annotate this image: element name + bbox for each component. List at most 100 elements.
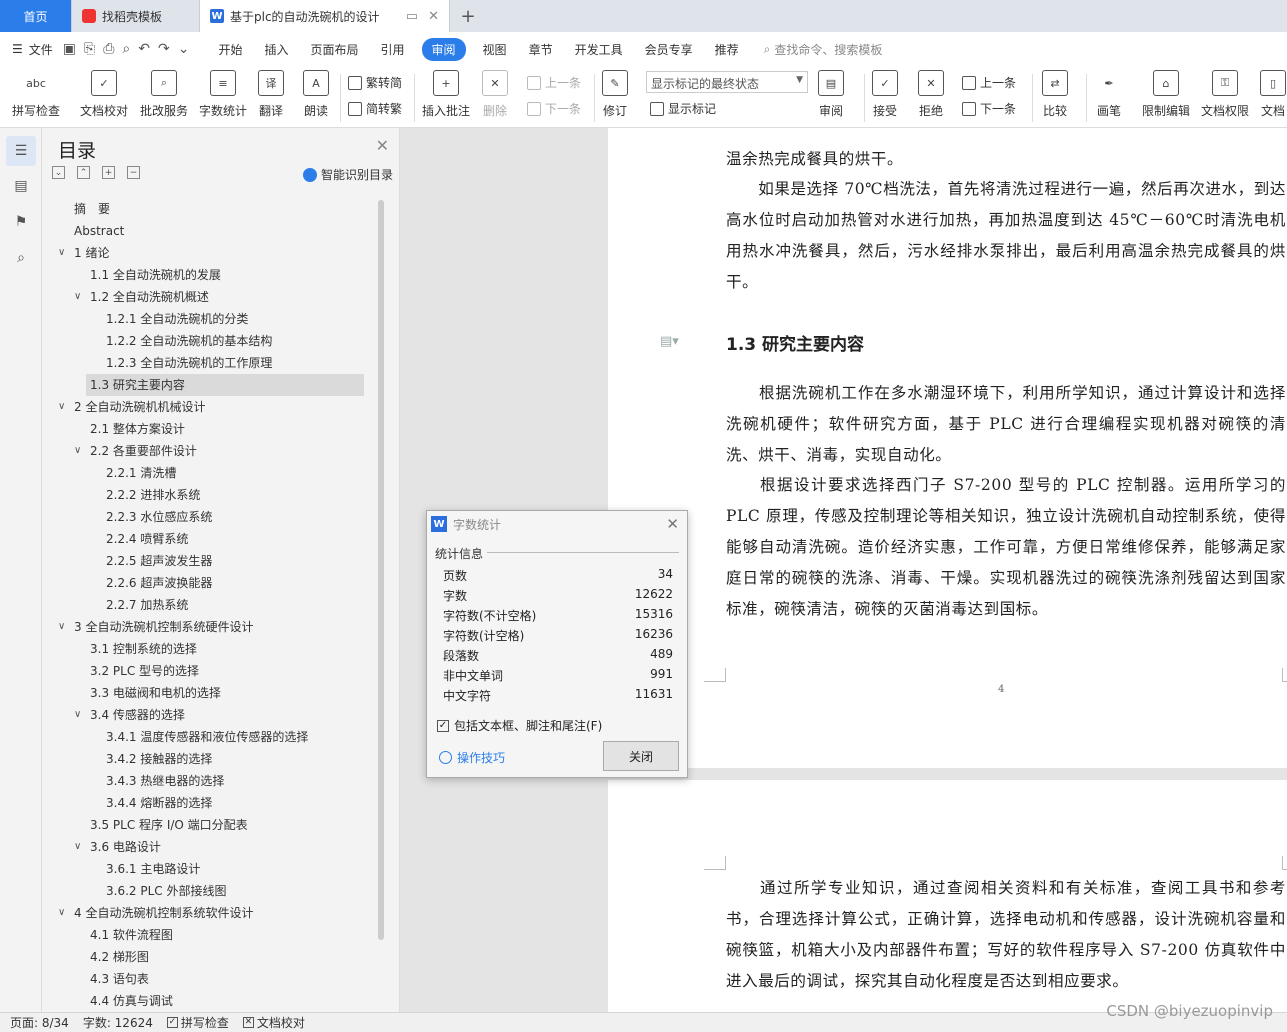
trad-to-simp-button[interactable]: 繁转简 — [348, 74, 402, 91]
toc-item[interactable]: 摘 要 — [74, 198, 384, 220]
spell-check-button[interactable]: abc 拼写检查 — [12, 70, 60, 119]
doc-more-button[interactable]: ▯ 文档 — [1260, 70, 1286, 119]
toc-scrollbar[interactable] — [378, 200, 384, 940]
remove-level-icon[interactable]: − — [127, 166, 140, 179]
expand-up-icon[interactable]: ⌃ — [77, 166, 90, 179]
command-search[interactable]: ⌕ 查找命令、搜索模板 — [764, 41, 883, 58]
toc-item[interactable]: 3.4.2 接触器的选择 — [106, 748, 416, 770]
toc-item[interactable]: ∨ 3.4 传感器的选择 — [74, 704, 400, 726]
delete-comment-button[interactable]: ✕ 删除 — [482, 70, 508, 119]
toc-item[interactable]: 2.2.1 清洗槽 — [106, 462, 416, 484]
chevron-down-icon[interactable]: ∨ — [58, 242, 65, 264]
menu-start[interactable]: 开始 — [218, 41, 242, 58]
toc-item[interactable]: 3.1 控制系统的选择 — [90, 638, 400, 660]
toc-item[interactable]: 4.1 软件流程图 — [90, 924, 400, 946]
batch-service-button[interactable]: ⌕ 批改服务 — [140, 70, 188, 119]
next-comment-button[interactable]: 下一条 — [527, 100, 581, 117]
simp-to-trad-button[interactable]: 简转繁 — [348, 100, 402, 117]
chevron-down-icon[interactable]: ∨ — [74, 286, 81, 308]
chevron-down-icon[interactable]: ∨ — [74, 704, 81, 726]
doc-proof-status[interactable]: ✕ 文档校对 — [242, 1014, 305, 1031]
toc-item[interactable]: 1.2.1 全自动洗碗机的分类 — [106, 308, 416, 330]
menu-view[interactable]: 视图 — [483, 41, 507, 58]
doc-permission-button[interactable]: ⚿ 文档权限 — [1201, 70, 1249, 119]
tab-home[interactable]: 首页 — [0, 0, 72, 32]
reject-button[interactable]: ✕ 拒绝 — [918, 70, 944, 119]
revise-button[interactable]: ✎ 修订 — [602, 70, 628, 119]
menu-chapter[interactable]: 章节 — [529, 41, 553, 58]
pin-icon[interactable]: ▭ — [406, 9, 418, 24]
paragraph-handle-icon[interactable]: ▤▾ — [660, 334, 679, 349]
word-count-button[interactable]: ≡ 字数统计 — [199, 70, 247, 119]
toc-item[interactable]: 4.2 梯形图 — [90, 946, 400, 968]
redo-icon[interactable]: ↷ — [158, 41, 170, 57]
toc-item[interactable]: 3.2 PLC 型号的选择 — [90, 660, 400, 682]
toc-item[interactable]: 2.1 整体方案设计 — [90, 418, 400, 440]
toc-item[interactable]: 3.6.1 主电路设计 — [106, 858, 416, 880]
spell-check-status[interactable]: ✓ 拼写检查 — [166, 1014, 229, 1031]
toc-item[interactable]: 4.4 仿真与调试 — [90, 990, 400, 1012]
smart-toc-button[interactable]: 智能识别目录 — [302, 166, 393, 183]
toc-item[interactable]: 3.5 PLC 程序 I/O 端口分配表 — [90, 814, 400, 836]
toc-item[interactable]: 2.2.7 加热系统 — [106, 594, 416, 616]
chevron-down-icon[interactable]: ∨ — [74, 440, 81, 462]
pen-button[interactable]: ✒ 画笔 — [1096, 70, 1122, 119]
menu-devtools[interactable]: 开发工具 — [575, 41, 623, 58]
new-tab-button[interactable]: + — [450, 0, 486, 32]
next-change-button[interactable]: 下一条 — [962, 100, 1016, 117]
toc-item[interactable]: 1.1 全自动洗碗机的发展 — [90, 264, 400, 286]
menu-layout[interactable]: 页面布局 — [311, 41, 359, 58]
close-icon[interactable]: ✕ — [376, 136, 389, 155]
toc-item[interactable]: 2.2.2 进排水系统 — [106, 484, 416, 506]
page-indicator[interactable]: 页面: 8/34 — [10, 1014, 69, 1031]
toc-item[interactable]: Abstract — [74, 220, 384, 242]
toc-item[interactable]: 4.3 语句表 — [90, 968, 400, 990]
toc-item[interactable]: ∨ 2.2 各重要部件设计 — [74, 440, 400, 462]
toc-item[interactable]: ∨ 3.6 电路设计 — [74, 836, 400, 858]
toc-item[interactable]: ∨ 2 全自动洗碗机机械设计 — [58, 396, 384, 418]
toc-item[interactable]: 1.2.3 全自动洗碗机的工作原理 — [106, 352, 416, 374]
more-icon[interactable]: ⌄ — [178, 41, 190, 57]
tips-link[interactable]: 操作技巧 — [439, 749, 505, 766]
tab-template[interactable]: 找稻壳模板 — [72, 0, 200, 32]
bookmark-icon[interactable]: ⚑ — [11, 212, 31, 232]
read-aloud-button[interactable]: A 朗读 — [303, 70, 329, 119]
toc-item[interactable]: 3.4.3 热继电器的选择 — [106, 770, 416, 792]
chevron-down-icon[interactable]: ∨ — [58, 616, 65, 638]
search-icon[interactable]: ⌕ — [11, 248, 31, 268]
review-pane-button[interactable]: ▤ 审阅 — [818, 70, 844, 119]
tab-document[interactable]: W 基于plc的自动洗碗机的设计 ▭ ✕ — [200, 0, 450, 32]
toc-item[interactable]: 2.2.3 水位感应系统 — [106, 506, 416, 528]
prev-comment-button[interactable]: 上一条 — [527, 74, 581, 91]
chapter-nav-icon[interactable]: ▤ — [11, 176, 31, 196]
menu-member[interactable]: 会员专享 — [645, 41, 693, 58]
toc-panel-icon[interactable]: ☰ — [6, 136, 36, 166]
doc-proof-button[interactable]: ✓ 文档校对 — [80, 70, 128, 119]
close-icon[interactable]: ✕ — [666, 515, 679, 533]
close-tab-icon[interactable]: ✕ — [428, 9, 439, 24]
toc-item[interactable]: 1.3 研究主要内容 — [86, 374, 364, 396]
include-footnotes-checkbox[interactable]: ✓ 包括文本框、脚注和尾注(F) — [437, 717, 602, 734]
accept-button[interactable]: ✓ 接受 — [872, 70, 898, 119]
toc-item[interactable]: ∨ 3 全自动洗碗机控制系统硬件设计 — [58, 616, 384, 638]
save-icon[interactable]: ▣ — [63, 41, 76, 57]
show-markup-button[interactable]: 显示标记 — [650, 100, 716, 117]
preview-icon[interactable]: ⌕ — [122, 41, 130, 57]
toc-item[interactable]: ∨ 4 全自动洗碗机控制系统软件设计 — [58, 902, 384, 924]
close-button[interactable]: 关闭 — [603, 741, 679, 771]
toc-item[interactable]: 2.2.6 超声波换能器 — [106, 572, 416, 594]
menu-insert[interactable]: 插入 — [264, 41, 288, 58]
toc-item[interactable]: 3.6.2 PLC 外部接线图 — [106, 880, 416, 902]
chevron-down-icon[interactable]: ∨ — [74, 836, 81, 858]
menu-reference[interactable]: 引用 — [381, 41, 405, 58]
export-icon[interactable]: ⎘ — [84, 41, 95, 57]
file-menu[interactable]: ☰ 文件 — [12, 41, 53, 58]
word-count-indicator[interactable]: 字数: 12624 — [83, 1014, 153, 1031]
menu-recommend[interactable]: 推荐 — [715, 41, 739, 58]
translate-button[interactable]: 译 翻译 — [258, 70, 284, 119]
undo-icon[interactable]: ↶ — [138, 41, 150, 57]
toc-item[interactable]: 1.2.2 全自动洗碗机的基本结构 — [106, 330, 416, 352]
toc-item[interactable]: 3.4.4 熔断器的选择 — [106, 792, 416, 814]
add-level-icon[interactable]: + — [102, 166, 115, 179]
toc-item[interactable]: 2.2.5 超声波发生器 — [106, 550, 416, 572]
